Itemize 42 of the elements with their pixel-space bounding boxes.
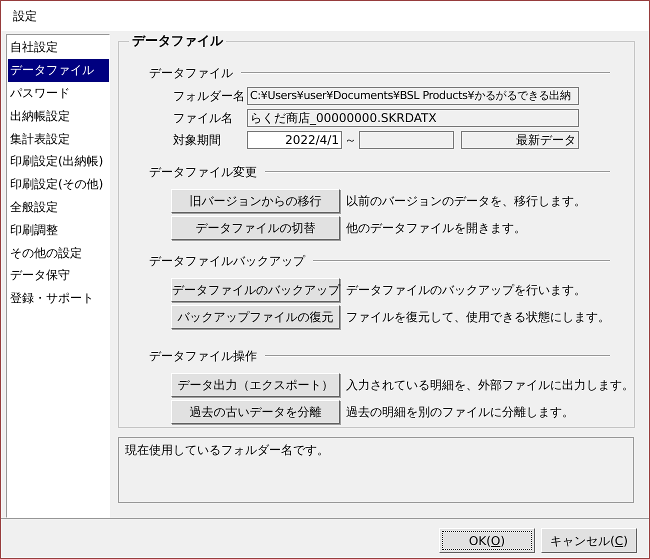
sidebar-item[interactable]: 登録・サポート [8, 286, 109, 310]
action-button[interactable]: データファイルの切替 [171, 216, 340, 240]
sidebar-item[interactable]: パスワード [8, 82, 109, 104]
dialog-button[interactable]: キャンセル(C) [541, 528, 637, 553]
action-description: データファイルのバックアップを行います。 [346, 282, 586, 299]
action-button[interactable]: データファイルのバックアップ [171, 278, 340, 302]
action-description: 他のデータファイルを開きます。 [346, 220, 526, 237]
file-field[interactable]: らくだ商店_00000000.SKRDATX [247, 109, 579, 127]
sidebar-item[interactable]: 印刷設定(その他) [8, 172, 109, 196]
section-title: データファイルバックアップ [149, 253, 305, 270]
field-label: フォルダー名 [173, 88, 246, 105]
group-title: データファイル [129, 34, 226, 50]
action-description: 過去の明細を別のファイルに分離します。 [346, 404, 574, 421]
action-button[interactable]: 旧バージョンからの移行 [171, 189, 340, 213]
section-title: データファイル [149, 65, 233, 82]
section-title: データファイル変更 [149, 164, 257, 181]
sidebar-item[interactable]: データ保守 [8, 264, 109, 287]
sidebar-item[interactable]: 自社設定 [8, 36, 109, 59]
action-description: 入力されている明細を、外部ファイルに出力します。 [346, 377, 634, 394]
action-button[interactable]: バックアップファイルの復元 [171, 305, 340, 329]
section-title: データファイル操作 [149, 348, 257, 365]
dialog-button[interactable]: OK(O) [439, 528, 535, 553]
window-title: 設定 [13, 8, 37, 25]
action-description: ファイルを復元して、使用できる状態にします。 [346, 309, 610, 326]
sidebar-item[interactable]: データファイル [8, 58, 109, 82]
field-label: 対象期間 [173, 132, 222, 149]
sidebar-item[interactable]: 印刷設定(出納帳) [8, 150, 109, 173]
action-button[interactable]: 過去の古いデータを分離 [171, 400, 340, 424]
sidebar-item[interactable]: 印刷調整 [8, 218, 109, 242]
description-text: 現在使用しているフォルダー名です。 [125, 443, 329, 457]
field-label: ファイル名 [173, 110, 234, 127]
sidebar-item[interactable]: 集計表設定 [8, 127, 109, 150]
action-description: 以前のバージョンのデータを、移行します。 [346, 193, 586, 210]
date-field[interactable] [359, 131, 454, 149]
sidebar-item[interactable]: 出納帳設定 [8, 104, 109, 128]
range-separator: ～ [344, 132, 358, 149]
latest-data-field: 最新データ [461, 131, 579, 149]
date-field[interactable]: 2022/4/1 [247, 131, 342, 149]
folder-field[interactable]: C:¥Users¥user¥Documents¥BSL Products¥かるがるできる出納 [247, 87, 579, 105]
sidebar-item[interactable]: その他の設定 [8, 241, 109, 264]
action-button[interactable]: データ出力（エクスポート） [171, 373, 340, 397]
sidebar-item[interactable]: 全般設定 [8, 196, 109, 218]
